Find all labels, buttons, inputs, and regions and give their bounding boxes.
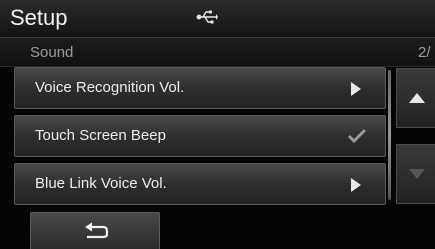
menu-item-voice-recognition-vol[interactable]: Voice Recognition Vol. — [14, 67, 386, 109]
scroll-down-button[interactable] — [396, 144, 435, 204]
page-indicator: 2/ — [418, 44, 431, 61]
menu-item-blue-link-voice-vol[interactable]: Blue Link Voice Vol. — [14, 163, 386, 205]
back-button[interactable] — [30, 212, 160, 249]
section-title: Sound — [30, 44, 74, 61]
list-divider — [388, 70, 391, 200]
arrow-right-icon — [351, 178, 361, 192]
scroll-up-button[interactable] — [396, 68, 435, 128]
arrow-right-icon — [351, 82, 361, 96]
triangle-up-icon — [409, 93, 425, 103]
back-arrow-icon — [85, 222, 109, 239]
usb-icon — [196, 10, 218, 24]
setup-screen: Setup Sound 2/ Voice Recognition Vol. To… — [0, 0, 435, 249]
title-bar: Setup — [0, 0, 435, 37]
menu-item-label: Blue Link Voice Vol. — [35, 175, 167, 192]
menu-item-label: Voice Recognition Vol. — [35, 79, 185, 96]
menu-item-touch-screen-beep[interactable]: Touch Screen Beep — [14, 115, 386, 157]
menu-item-label: Touch Screen Beep — [35, 127, 166, 144]
section-bar: Sound 2/ — [0, 37, 435, 67]
checkmark-icon[interactable] — [347, 128, 367, 144]
page-title: Setup — [10, 5, 68, 30]
triangle-down-icon — [409, 169, 425, 179]
settings-list: Voice Recognition Vol. Touch Screen Beep… — [14, 67, 386, 211]
